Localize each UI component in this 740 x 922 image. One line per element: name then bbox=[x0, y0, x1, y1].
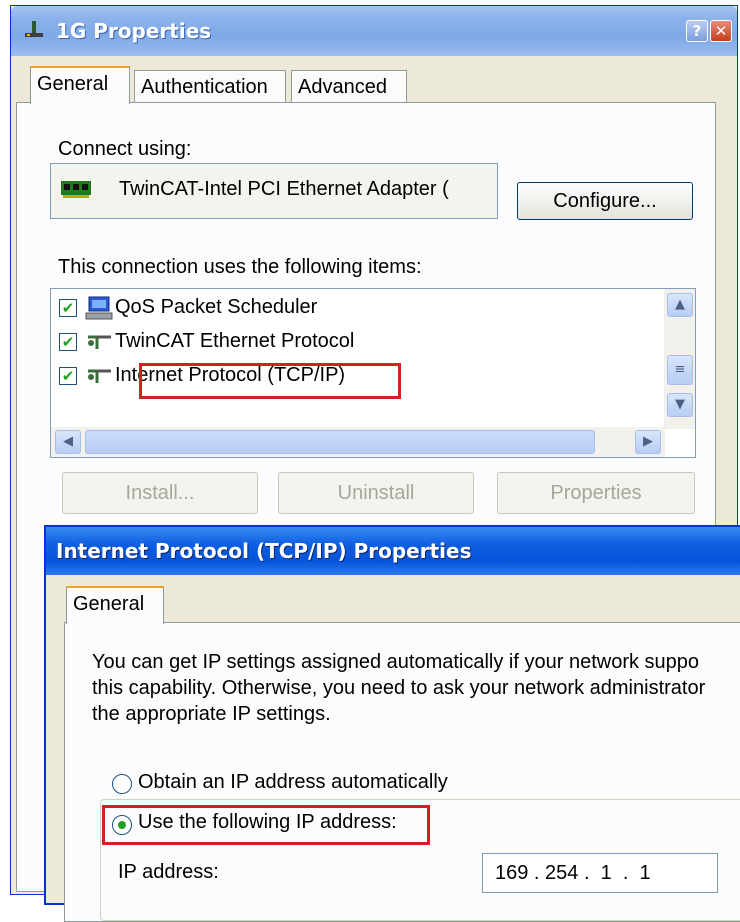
configure-button[interactable]: Configure... bbox=[517, 182, 693, 220]
tab-authentication[interactable]: Authentication bbox=[134, 70, 286, 104]
qos-label: QoS Packet Scheduler bbox=[115, 296, 318, 318]
obtain-ip-auto-label: Obtain an IP address automatically bbox=[138, 771, 448, 793]
twincat-protocol-label: TwinCAT Ethernet Protocol bbox=[115, 330, 355, 352]
network-protocol-icon bbox=[88, 335, 111, 349]
manual-ip-highlight-box bbox=[102, 805, 430, 845]
description-line-2: this capability. Otherwise, you need to … bbox=[92, 677, 706, 699]
network-protocol-icon bbox=[88, 369, 111, 383]
twincat-protocol-checkbox[interactable]: ✔ bbox=[59, 333, 77, 351]
scroll-down-button[interactable]: ▼ bbox=[667, 393, 693, 417]
scroll-thumb-horizontal[interactable] bbox=[85, 430, 595, 454]
scroll-right-button[interactable]: ▶ bbox=[635, 430, 661, 454]
tab-advanced[interactable]: Advanced bbox=[291, 70, 407, 104]
install-button[interactable]: Install... bbox=[62, 472, 258, 514]
adapter-field: TwinCAT-Intel PCI Ethernet Adapter ( bbox=[50, 163, 498, 219]
scroll-thumb-vertical[interactable]: ≡ bbox=[667, 355, 693, 385]
vertical-scrollbar[interactable]: ▲ ≡ ▼ bbox=[664, 289, 695, 429]
close-button[interactable]: ✕ bbox=[710, 20, 732, 42]
network-connection-icon bbox=[25, 21, 43, 37]
qos-checkbox[interactable]: ✔ bbox=[59, 299, 77, 317]
horizontal-scrollbar[interactable]: ◀ ▶ bbox=[51, 427, 665, 457]
qos-scheduler-icon bbox=[85, 296, 113, 320]
dialog-title-bar[interactable]: 1G Properties ? ✕ bbox=[11, 6, 737, 56]
scroll-up-button[interactable]: ▲ bbox=[667, 293, 693, 317]
scroll-left-button[interactable]: ◀ bbox=[55, 430, 81, 454]
tab-general[interactable]: General bbox=[30, 66, 130, 104]
uninstall-button[interactable]: Uninstall bbox=[278, 472, 474, 514]
tcpip-highlight-box bbox=[139, 363, 401, 399]
properties-button[interactable]: Properties bbox=[497, 472, 695, 514]
ip-address-field[interactable]: 169 . 254 . 1 . 1 bbox=[482, 853, 718, 893]
items-label: This connection uses the following items… bbox=[58, 256, 422, 278]
help-button[interactable]: ? bbox=[686, 20, 708, 42]
tcpip-tab-general[interactable]: General bbox=[66, 586, 164, 624]
dialog-title: 1G Properties bbox=[56, 19, 212, 43]
network-adapter-icon bbox=[61, 181, 91, 198]
tcpip-properties-dialog: Internet Protocol (TCP/IP) Properties Ge… bbox=[44, 525, 740, 922]
obtain-ip-auto-radio[interactable] bbox=[112, 774, 132, 794]
connect-using-label: Connect using: bbox=[58, 138, 192, 160]
ip-address-label: IP address: bbox=[118, 861, 219, 883]
description-line-3: the appropriate IP settings. bbox=[92, 703, 331, 725]
components-list[interactable]: ✔ QoS Packet Scheduler ✔ TwinCAT Etherne… bbox=[50, 288, 696, 458]
adapter-name: TwinCAT-Intel PCI Ethernet Adapter ( bbox=[119, 178, 449, 200]
tcpip-dialog-title: Internet Protocol (TCP/IP) Properties bbox=[56, 539, 472, 563]
tcpip-dialog-title-bar[interactable]: Internet Protocol (TCP/IP) Properties bbox=[46, 527, 740, 575]
tcpip-checkbox[interactable]: ✔ bbox=[59, 367, 77, 385]
tcpip-description: You can get IP settings assigned automat… bbox=[92, 649, 740, 727]
description-line-1: You can get IP settings assigned automat… bbox=[92, 651, 700, 673]
